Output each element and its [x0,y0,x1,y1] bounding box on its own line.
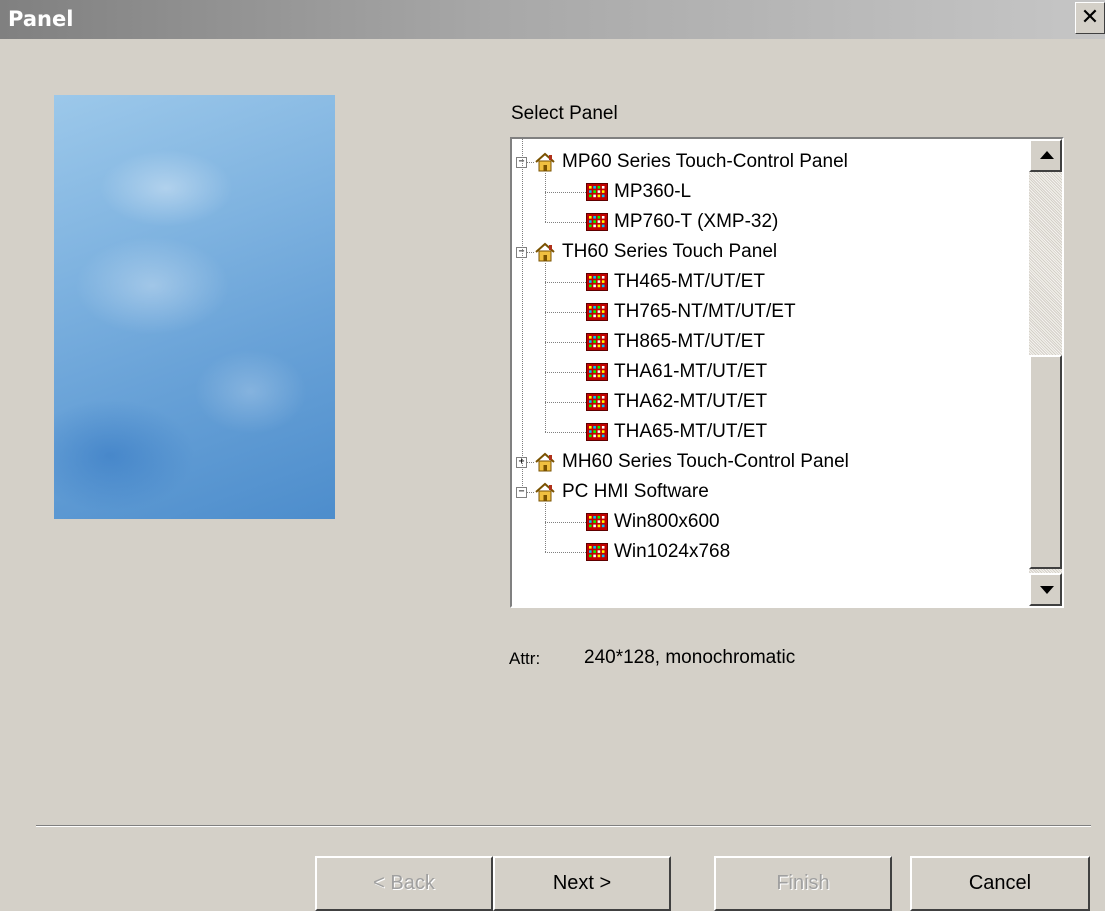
tree-connector-line [545,192,586,193]
close-button[interactable]: ✕ [1075,2,1105,34]
select-panel-label: Select Panel [511,103,618,124]
wizard-side-image [54,95,335,519]
tree-connector-line [545,222,586,223]
tree-connector-line [545,552,586,553]
tree-connector-line [545,342,586,343]
tree-panel-label: TH465-MT/UT/ET [614,271,765,292]
tree-connector-line [545,503,546,552]
house-icon [535,152,555,172]
panel-icon [586,423,608,441]
back-button[interactable]: < Back [315,856,493,911]
tree-panel-label: THA61-MT/UT/ET [614,361,768,382]
house-icon [535,482,555,502]
tree-collapse-button[interactable]: − [516,487,527,498]
tree-connector-line [545,263,546,432]
cancel-button[interactable]: Cancel [910,856,1090,911]
tree-panel-item[interactable]: Win800x600 [586,507,720,537]
panel-icon [586,273,608,291]
panel-icon [586,183,608,201]
attr-label: Attr: [509,649,541,668]
tree-panel-label: MP760-T (XMP-32) [614,211,779,232]
panel-icon [586,513,608,531]
tree-panel-label: THA62-MT/UT/ET [614,391,768,412]
window-title: Panel [8,7,74,31]
tree-panel-item[interactable]: THA62-MT/UT/ET [586,387,767,417]
tree-connector-line [545,402,586,403]
tree-connector-line [545,432,586,433]
tree-panel-item[interactable]: TH765-NT/MT/UT/ET [586,297,796,327]
tree-group-item[interactable]: PC HMI Software [534,477,709,507]
button-divider [36,825,1091,827]
tree-panel-item[interactable]: THA65-MT/UT/ET [586,417,767,447]
tree-vertical-scrollbar[interactable] [1029,139,1062,606]
panel-icon [586,393,608,411]
tree-panel-label: Win1024x768 [614,541,731,562]
tree-group-item[interactable]: MP60 Series Touch-Control Panel [534,147,848,177]
close-icon: ✕ [1080,5,1100,30]
tree-connector-line [545,173,546,222]
scroll-down-button[interactable] [1029,573,1062,606]
panel-icon [586,303,608,321]
tree-panel-label: TH765-NT/MT/UT/ET [614,301,796,322]
tree-panel-item[interactable]: TH865-MT/UT/ET [586,327,765,357]
scroll-thumb[interactable] [1029,355,1062,569]
tree-panel-item[interactable]: THA61-MT/UT/ET [586,357,767,387]
tree-connector-line [527,462,534,463]
tree-panel-item[interactable]: MP760-T (XMP-32) [586,207,778,237]
tree-connector-line [522,139,523,486]
tree-connector-line [545,312,586,313]
house-icon [535,452,555,472]
tree-connector-line [545,522,586,523]
tree-panel-label: MP360-L [614,181,692,202]
house-icon [535,242,555,262]
panel-icon [586,213,608,231]
tree-panel-item[interactable]: TH465-MT/UT/ET [586,267,765,297]
finish-button[interactable]: Finish [714,856,892,911]
tree-group-item[interactable]: MH60 Series Touch-Control Panel [534,447,849,477]
tree-group-label: MH60 Series Touch-Control Panel [562,451,849,472]
panel-tree-view[interactable]: MP60 Series Touch-Control Panel − MP360-L M… [510,137,1064,608]
attr-value: 240*128, monochromatic [584,647,796,668]
tree-panel-label: TH865-MT/UT/ET [614,331,765,352]
tree-group-label: PC HMI Software [562,481,709,502]
panel-icon [586,333,608,351]
tree-panel-label: THA65-MT/UT/ET [614,421,768,442]
panel-icon [586,543,608,561]
next-button[interactable]: Next > [493,856,671,911]
tree-connector-line [527,492,534,493]
arrow-up-icon [1040,151,1054,159]
tree-connector-line [527,162,534,163]
tree-connector-line [545,282,586,283]
arrow-down-icon [1040,586,1054,594]
tree-panel-label: Win800x600 [614,511,720,532]
tree-group-label: TH60 Series Touch Panel [562,241,778,262]
tree-panel-item[interactable]: Win1024x768 [586,537,730,567]
tree-content: MP60 Series Touch-Control Panel − MP360-L M… [512,139,1028,606]
tree-group-label: MP60 Series Touch-Control Panel [562,151,848,172]
title-bar[interactable]: Panel ✕ [0,0,1105,39]
tree-connector-line [527,252,534,253]
tree-panel-item[interactable]: MP360-L [586,177,691,207]
panel-icon [586,363,608,381]
scroll-up-button[interactable] [1029,139,1062,172]
tree-group-item[interactable]: TH60 Series Touch Panel [534,237,777,267]
tree-connector-line [545,372,586,373]
